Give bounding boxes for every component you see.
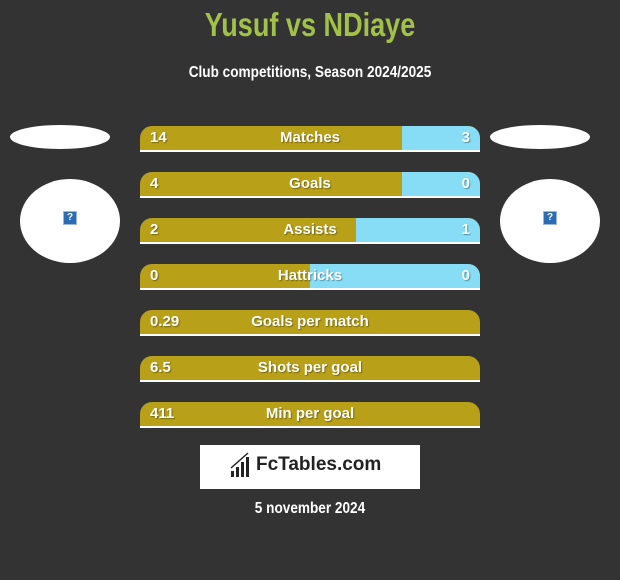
left-value: 2: [150, 221, 159, 238]
stat-label: Shots per goal: [257, 359, 363, 376]
page-subtitle: Club competitions, Season 2024/2025: [188, 64, 432, 81]
stat-bar-hattricks: Hattricks 0 0: [140, 264, 480, 290]
stat-bar-matches: Matches 14 3: [140, 126, 480, 152]
right-value: 1: [461, 221, 470, 238]
stat-label: Goals per match: [251, 313, 369, 330]
right-player-avatar: ?: [500, 179, 600, 263]
date-label: 5 november 2024: [254, 500, 366, 517]
stat-bar-min-per-goal: Min per goal 411: [140, 402, 480, 428]
left-value: 0.29: [150, 313, 180, 330]
right-value: 0: [461, 175, 470, 192]
left-player-avatar: ?: [20, 179, 120, 263]
left-value: 411: [150, 405, 175, 422]
page-title: Yusuf vs NDiaye: [204, 6, 416, 43]
right-value: 0: [461, 267, 470, 284]
stat-bar-shots-per-goal: Shots per goal 6.5: [140, 356, 480, 382]
stat-label: Assists: [283, 221, 337, 238]
stat-bar-assists: Assists 2 1: [140, 218, 480, 244]
left-value: 4: [150, 175, 159, 192]
stat-label: Min per goal: [265, 405, 355, 422]
left-player-name-placeholder: [10, 125, 110, 149]
logo-text: FcTables.com: [256, 454, 382, 475]
right-player-name-placeholder: [490, 125, 590, 149]
missing-image-icon: ?: [543, 211, 557, 225]
right-value: 3: [461, 129, 470, 146]
stat-label: Hattricks: [277, 267, 343, 284]
left-value: 0: [150, 267, 159, 284]
stat-label: Goals: [289, 175, 331, 192]
stat-bar-goals: Goals 4 0: [140, 172, 480, 198]
left-value: 6.5: [150, 359, 171, 376]
left-value: 14: [150, 129, 167, 146]
missing-image-icon: ?: [63, 211, 77, 225]
stat-bar-goals-per-match: Goals per match 0.29: [140, 310, 480, 336]
bar-chart-logo-icon: [230, 452, 249, 477]
stat-label: Matches: [279, 129, 341, 146]
fctables-logo[interactable]: FcTables.com: [200, 445, 420, 489]
